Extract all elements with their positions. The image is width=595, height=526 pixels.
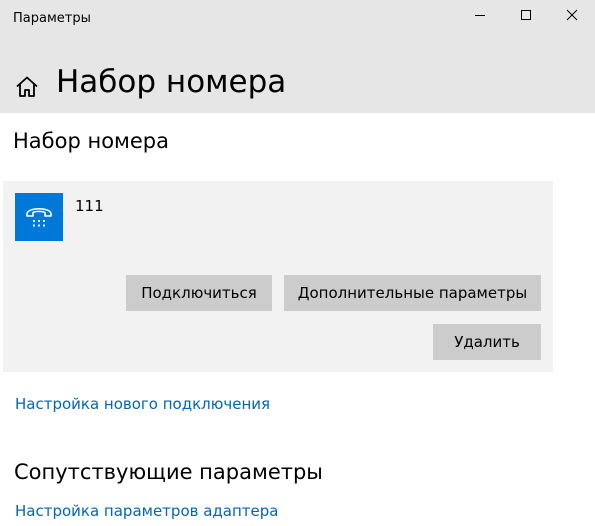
title-bar-area: Параметры Набор номера	[0, 0, 595, 113]
adapter-settings-link[interactable]: Настройка параметров адаптера	[15, 502, 278, 520]
dialup-phone-icon	[15, 193, 63, 241]
dialup-connection-item[interactable]: 111 Подключиться Дополнительные параметр…	[3, 181, 553, 372]
home-icon[interactable]	[14, 74, 40, 100]
minimize-button[interactable]	[457, 0, 503, 30]
setup-new-connection-link[interactable]: Настройка нового подключения	[15, 395, 270, 413]
page-title: Набор номера	[56, 64, 287, 100]
close-button[interactable]	[549, 0, 595, 30]
related-settings-title: Сопутствующие параметры	[14, 460, 323, 484]
connect-button[interactable]: Подключиться	[126, 275, 272, 311]
window-title: Параметры	[13, 11, 91, 26]
delete-button[interactable]: Удалить	[433, 324, 541, 360]
connection-name: 111	[75, 197, 104, 215]
minimize-icon	[475, 15, 485, 16]
maximize-icon	[521, 10, 531, 20]
maximize-button[interactable]	[503, 0, 549, 30]
advanced-options-button[interactable]: Дополнительные параметры	[284, 275, 541, 311]
settings-window: Параметры Набор номера Набор номера 111 …	[0, 0, 595, 526]
section-title: Набор номера	[13, 129, 170, 153]
close-icon	[566, 9, 578, 21]
